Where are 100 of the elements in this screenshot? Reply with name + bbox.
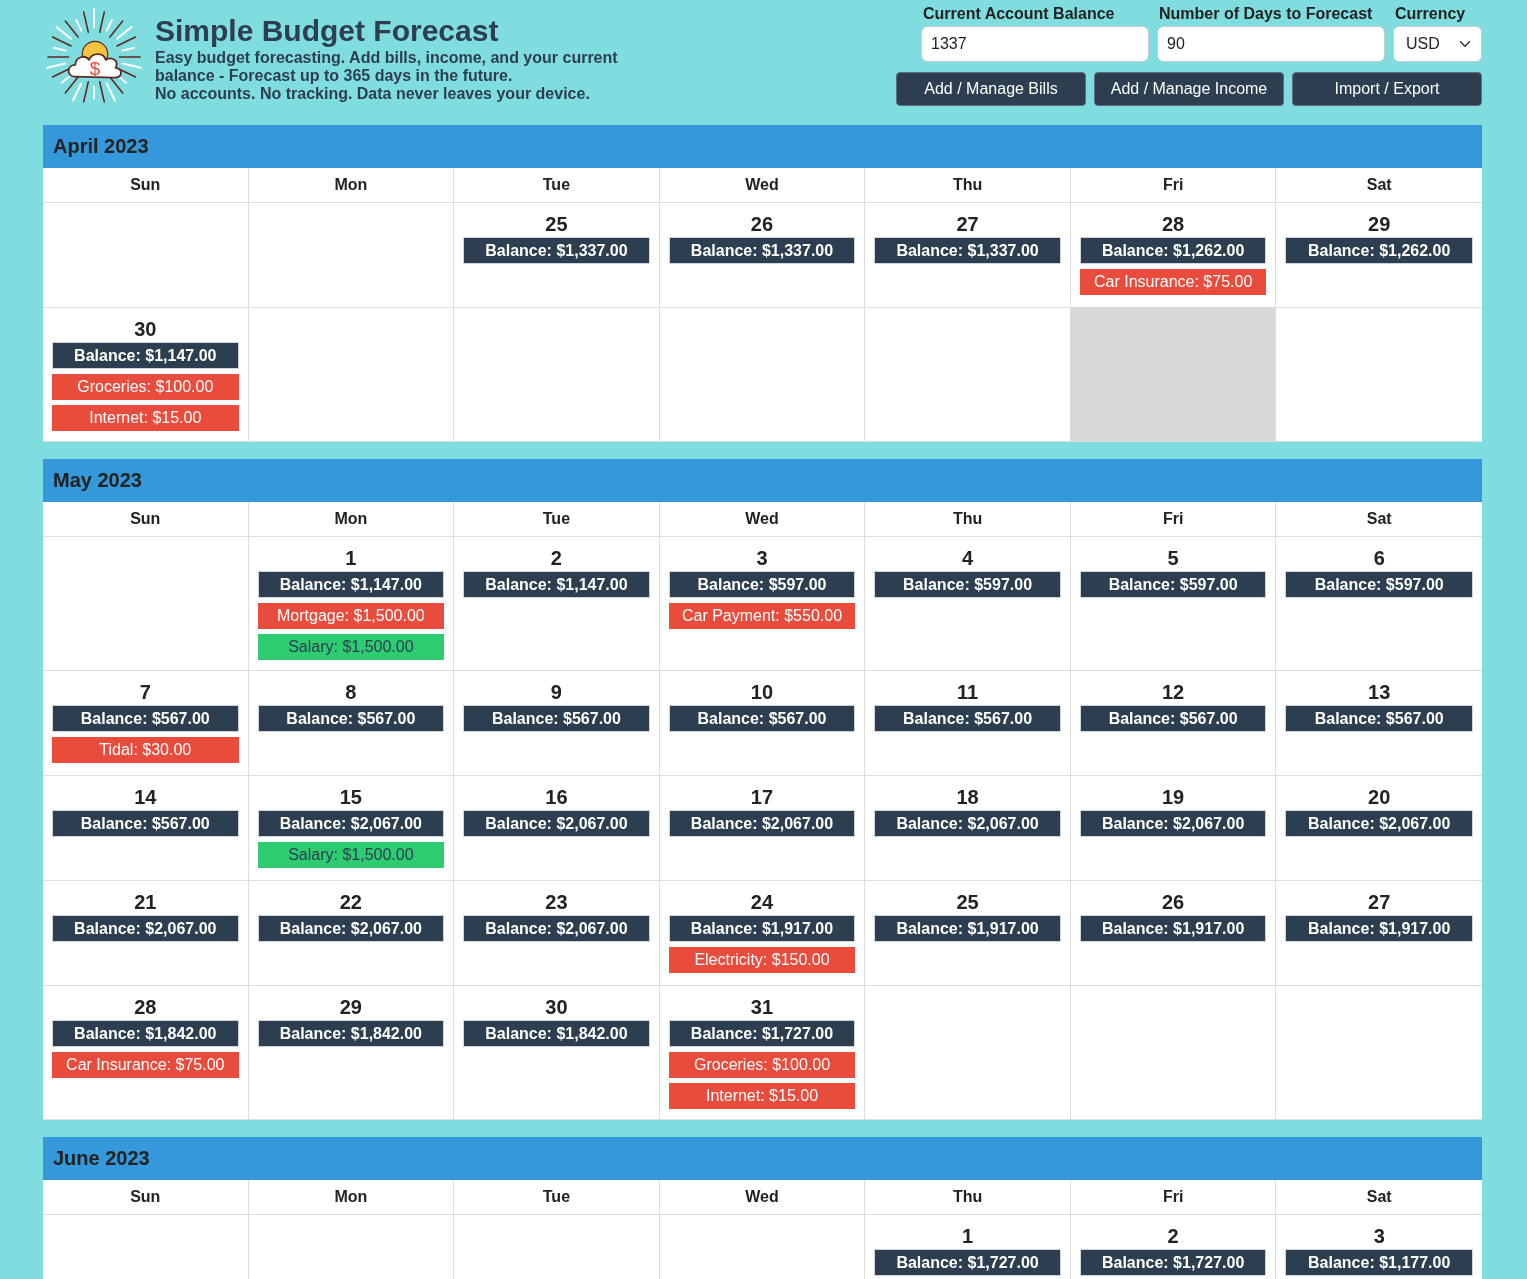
balance-tag: Balance: $1,842.00 <box>257 1020 445 1047</box>
day-number: 3 <box>1372 1224 1386 1249</box>
balance-tag: Balance: $597.00 <box>874 571 1061 598</box>
day-number: 13 <box>1367 680 1392 705</box>
balance-tag: Balance: $1,917.00 <box>1079 915 1267 942</box>
day-number: 15 <box>338 785 363 810</box>
input-field[interactable]: 1337 <box>921 26 1149 62</box>
balance-tag: Balance: $1,917.00 <box>668 915 856 942</box>
app-description: Easy budget forecasting. Add bills, income, and your current balance - Forecast up to 365 days in the future. <box>155 49 619 85</box>
day-number: 31 <box>749 995 775 1020</box>
day-number: 28 <box>133 995 158 1020</box>
balance-tag: Balance: $2,067.00 <box>463 810 650 837</box>
bill-tag: Electricity: $150.00 <box>668 947 856 973</box>
weekday-header: Sun <box>43 502 249 537</box>
weekday-header: Thu <box>865 502 1071 537</box>
day-number: 1 <box>961 1224 975 1249</box>
day-number: 29 <box>1367 212 1392 237</box>
day-number: 20 <box>1367 785 1392 810</box>
day-number: 16 <box>544 785 569 810</box>
balance-tag: Balance: $2,067.00 <box>874 810 1061 837</box>
month-title: April 2023 <box>43 125 1482 168</box>
action-button[interactable]: Add / Manage Income <box>1094 72 1284 106</box>
day-number: 28 <box>1161 212 1186 237</box>
field-label: Currency <box>1395 4 1467 24</box>
day-number: 27 <box>1367 890 1392 915</box>
day-number: 2 <box>1166 1224 1180 1249</box>
weekday-header: Fri <box>1070 502 1277 537</box>
action-button[interactable]: Import / Export <box>1292 72 1482 106</box>
balance-tag: Balance: $597.00 <box>1079 571 1267 598</box>
bill-tag: Tidal: $30.00 <box>52 737 239 763</box>
day-number: 25 <box>544 212 569 237</box>
input-field[interactable]: 90 <box>1157 26 1385 62</box>
balance-tag: Balance: $1,177.00 <box>1285 1249 1473 1276</box>
bill-tag: Internet: $15.00 <box>668 1083 856 1109</box>
day-number: 11 <box>956 680 980 705</box>
day-number: 3 <box>755 546 769 571</box>
balance-tag: Balance: $2,067.00 <box>668 810 856 837</box>
day-number: 30 <box>133 317 158 342</box>
balance-tag: Balance: $1,337.00 <box>463 237 650 264</box>
field-label: Number of Days to Forecast <box>1159 4 1374 24</box>
weekday-header: Mon <box>248 1180 455 1215</box>
day-number: 17 <box>749 785 775 810</box>
balance-tag: Balance: $567.00 <box>52 705 239 732</box>
day-number: 19 <box>1161 785 1186 810</box>
day-number: 12 <box>1161 680 1186 705</box>
day-number: 9 <box>549 680 563 705</box>
app-title: Simple Budget Forecast <box>155 16 500 46</box>
day-number: 26 <box>1161 890 1186 915</box>
bill-tag: Groceries: $100.00 <box>52 374 239 400</box>
weekday-header: Tue <box>454 1180 660 1215</box>
balance-tag: Balance: $567.00 <box>668 705 856 732</box>
day-number: 14 <box>133 785 158 810</box>
currency-select[interactable]: USD <box>1393 26 1482 62</box>
balance-tag: Balance: $2,067.00 <box>257 810 445 837</box>
weekday-header: Fri <box>1070 168 1277 203</box>
month-title: June 2023 <box>43 1137 1482 1180</box>
day-number: 27 <box>955 212 980 237</box>
balance-tag: Balance: $1,147.00 <box>463 571 650 598</box>
balance-tag: Balance: $567.00 <box>874 705 1061 732</box>
day-number: 10 <box>749 680 775 705</box>
day-number: 18 <box>955 785 980 810</box>
balance-tag: Balance: $1,147.00 <box>257 571 445 598</box>
income-tag: Salary: $1,500.00 <box>257 634 445 660</box>
balance-tag: Balance: $1,337.00 <box>874 237 1061 264</box>
bill-tag: Internet: $15.00 <box>52 405 239 431</box>
day-number: 23 <box>544 890 569 915</box>
weekday-header: Thu <box>865 1180 1071 1215</box>
weekday-header: Sun <box>43 168 249 203</box>
day-number: 21 <box>133 890 158 915</box>
bill-tag: Car Insurance: $75.00 <box>52 1052 239 1078</box>
weekday-header: Tue <box>454 168 660 203</box>
balance-tag: Balance: $2,067.00 <box>1285 810 1473 837</box>
balance-tag: Balance: $1,727.00 <box>1079 1249 1267 1276</box>
balance-tag: Balance: $1,262.00 <box>1285 237 1473 264</box>
balance-tag: Balance: $1,337.00 <box>668 237 856 264</box>
weekday-header: Wed <box>659 502 866 537</box>
day-number: 24 <box>749 890 775 915</box>
bill-tag: Car Payment: $550.00 <box>668 603 856 629</box>
weekday-header: Tue <box>454 502 660 537</box>
day-number: 7 <box>138 680 152 705</box>
field-label: Current Account Balance <box>923 4 1116 24</box>
weekday-header: Thu <box>865 168 1071 203</box>
balance-tag: Balance: $597.00 <box>1285 571 1473 598</box>
day-number: 1 <box>344 546 358 571</box>
day-number: 5 <box>1166 546 1180 571</box>
action-button[interactable]: Add / Manage Bills <box>896 72 1086 106</box>
balance-tag: Balance: $1,727.00 <box>874 1249 1061 1276</box>
balance-tag: Balance: $2,067.00 <box>257 915 445 942</box>
balance-tag: Balance: $597.00 <box>668 571 856 598</box>
balance-tag: Balance: $1,842.00 <box>463 1020 650 1047</box>
balance-tag: Balance: $567.00 <box>257 705 445 732</box>
balance-tag: Balance: $1,147.00 <box>52 342 239 369</box>
day-number: 22 <box>338 890 363 915</box>
day-number: 30 <box>544 995 569 1020</box>
balance-tag: Balance: $1,917.00 <box>1285 915 1473 942</box>
balance-tag: Balance: $567.00 <box>1285 705 1473 732</box>
balance-tag: Balance: $567.00 <box>463 705 650 732</box>
balance-tag: Balance: $1,727.00 <box>668 1020 856 1047</box>
day-number: 8 <box>344 680 358 705</box>
weekday-header: Mon <box>248 168 455 203</box>
